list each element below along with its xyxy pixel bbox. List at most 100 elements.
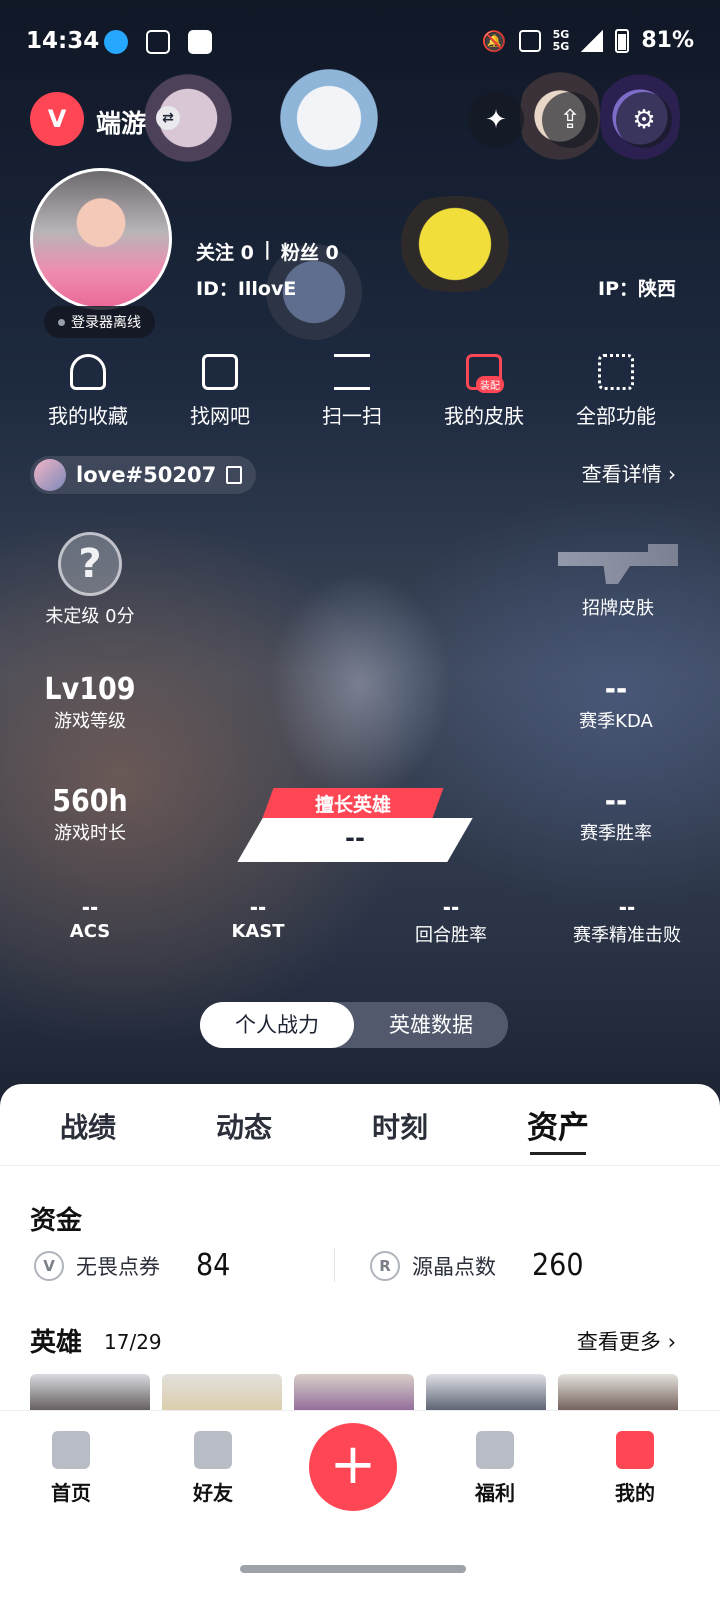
precise-value: -- bbox=[618, 896, 636, 921]
switch-icon[interactable]: ⇄ bbox=[156, 106, 180, 130]
grid-icon bbox=[598, 354, 634, 390]
precise-stat: -- 赛季精准击败 bbox=[552, 896, 702, 947]
kast-value: -- bbox=[249, 896, 267, 921]
follow-stats: 关注 0 | 粉丝 0 bbox=[196, 238, 339, 265]
action-scan[interactable]: 扫一扫 bbox=[292, 354, 412, 429]
nav-welfare[interactable]: 福利 bbox=[450, 1431, 540, 1506]
equip-badge: 装配 bbox=[476, 376, 504, 393]
tab-assets[interactable]: 资产 bbox=[488, 1102, 628, 1147]
app-name[interactable]: 端游 bbox=[96, 104, 146, 140]
vp-balance[interactable]: V 无畏点券 84 bbox=[34, 1248, 230, 1283]
home-icon bbox=[52, 1431, 90, 1469]
ip-location: IP：陕西 bbox=[598, 278, 676, 300]
nav-me[interactable]: 我的 bbox=[590, 1431, 680, 1506]
signature-skin-stat[interactable]: 招牌皮肤 bbox=[556, 544, 680, 620]
best-hero-label: 擅长英雄 bbox=[314, 794, 391, 816]
level-label: 游戏等级 bbox=[54, 711, 126, 732]
nav-label: 我的 bbox=[615, 1481, 655, 1505]
best-hero-value: -- bbox=[345, 824, 365, 852]
login-status-badge: 登录器离线 bbox=[44, 306, 155, 338]
create-post-button[interactable]: + bbox=[309, 1423, 397, 1511]
acs-value: -- bbox=[81, 896, 99, 921]
action-find-cafe[interactable]: 找网吧 bbox=[160, 354, 280, 429]
share-icon[interactable]: ⇪ bbox=[542, 92, 598, 148]
round-win-stat: -- 回合胜率 bbox=[396, 896, 506, 947]
nav-friends[interactable]: 好友 bbox=[168, 1431, 258, 1506]
hero-count: 17/29 bbox=[104, 1330, 162, 1354]
action-label: 我的皮肤 bbox=[444, 404, 524, 428]
active-tab-indicator bbox=[530, 1152, 586, 1155]
follow-button[interactable]: 关注 0 bbox=[196, 238, 254, 265]
follow-label: 关注 bbox=[196, 242, 235, 264]
action-favorites[interactable]: 我的收藏 bbox=[28, 354, 148, 429]
signature-skin-label: 招牌皮肤 bbox=[582, 598, 654, 619]
tab-feed[interactable]: 动态 bbox=[174, 1106, 314, 1146]
rp-balance[interactable]: R 源晶点数 260 bbox=[370, 1248, 584, 1283]
quick-actions: 我的收藏 找网吧 扫一扫 装配 我的皮肤 全部功能 bbox=[0, 354, 720, 434]
mail-icon bbox=[188, 30, 212, 54]
app-logo-icon[interactable]: V bbox=[30, 92, 84, 146]
round-win-label: 回合胜率 bbox=[415, 925, 487, 946]
profile-icon bbox=[616, 1431, 654, 1469]
network-bottom: 5G bbox=[552, 39, 570, 53]
vp-value: 84 bbox=[196, 1248, 231, 1283]
acs-label: ACS bbox=[69, 921, 111, 942]
rank-stat[interactable]: ? 未定级 0分 bbox=[40, 532, 140, 628]
avatar[interactable] bbox=[30, 168, 172, 310]
action-all-features[interactable]: 全部功能 bbox=[556, 354, 676, 429]
action-label: 扫一扫 bbox=[322, 404, 382, 428]
mute-icon: 🔕 bbox=[481, 28, 507, 53]
vp-coin-icon: V bbox=[34, 1250, 64, 1281]
action-label: 找网吧 bbox=[190, 404, 250, 428]
fans-label: 粉丝 bbox=[280, 242, 319, 264]
action-my-skins[interactable]: 装配 我的皮肤 bbox=[424, 354, 544, 429]
tab-moments[interactable]: 时刻 bbox=[330, 1106, 470, 1146]
kast-stat: -- KAST bbox=[218, 896, 298, 942]
round-win-value: -- bbox=[442, 896, 460, 921]
rp-coin-icon: R bbox=[370, 1250, 400, 1281]
fans-button[interactable]: 粉丝 0 bbox=[281, 238, 339, 265]
view-details-link[interactable]: 查看详情 › bbox=[582, 458, 676, 487]
tab-record[interactable]: 战绩 bbox=[18, 1106, 158, 1146]
nav-label: 好友 bbox=[193, 1481, 233, 1505]
hours-value: 560h bbox=[52, 784, 128, 819]
network-indicator: 5G 5G bbox=[552, 28, 570, 53]
nav-home[interactable]: 首页 bbox=[26, 1431, 116, 1506]
action-label: 全部功能 bbox=[576, 404, 656, 428]
copy-icon[interactable] bbox=[226, 466, 243, 484]
monitor-icon bbox=[202, 354, 238, 390]
nav-label: 首页 bbox=[51, 1481, 91, 1505]
content-tabs: 战绩 动态 时刻 资产 bbox=[0, 1084, 720, 1166]
gun-icon bbox=[558, 544, 678, 584]
home-indicator bbox=[240, 1565, 466, 1573]
card-icon[interactable]: ✦ bbox=[468, 92, 524, 148]
phone-sync-icon bbox=[146, 30, 170, 54]
view-more-link[interactable]: 查看更多 › bbox=[577, 1326, 676, 1356]
battery-icon bbox=[615, 28, 630, 53]
winrate-label: 赛季胜率 bbox=[580, 823, 652, 844]
segment-hero-data[interactable]: 英雄数据 bbox=[354, 1002, 508, 1048]
status-bar: 14:34 🔕 5G 5G 81% bbox=[0, 0, 720, 80]
signal-icon bbox=[581, 29, 604, 52]
player-name: love#50207 bbox=[76, 463, 217, 487]
precise-label: 赛季精准击败 bbox=[573, 925, 681, 946]
segment-personal[interactable]: 个人战力 bbox=[200, 1002, 354, 1048]
winrate-stat: -- 赛季胜率 bbox=[566, 784, 666, 845]
fund-divider bbox=[334, 1248, 335, 1282]
player-tag[interactable]: love#50207 bbox=[30, 456, 257, 494]
rp-value: 260 bbox=[532, 1248, 584, 1283]
sticker-character-5 bbox=[380, 196, 530, 292]
follow-count: 0 bbox=[240, 242, 254, 264]
scan-icon bbox=[334, 354, 370, 390]
status-time: 14:34 bbox=[26, 28, 100, 54]
rank-icon: ? bbox=[58, 532, 122, 596]
settings-icon[interactable]: ⚙ bbox=[616, 92, 672, 148]
heart-icon bbox=[70, 354, 106, 390]
level-stat: Lv109 游戏等级 bbox=[30, 672, 150, 733]
funds-section-title: 资金 bbox=[30, 1206, 83, 1236]
acs-stat: -- ACS bbox=[50, 896, 130, 942]
rp-label: 源晶点数 bbox=[412, 1254, 496, 1279]
follow-separator: | bbox=[263, 238, 271, 260]
hours-label: 游戏时长 bbox=[54, 823, 126, 844]
nfc-icon bbox=[518, 29, 541, 52]
